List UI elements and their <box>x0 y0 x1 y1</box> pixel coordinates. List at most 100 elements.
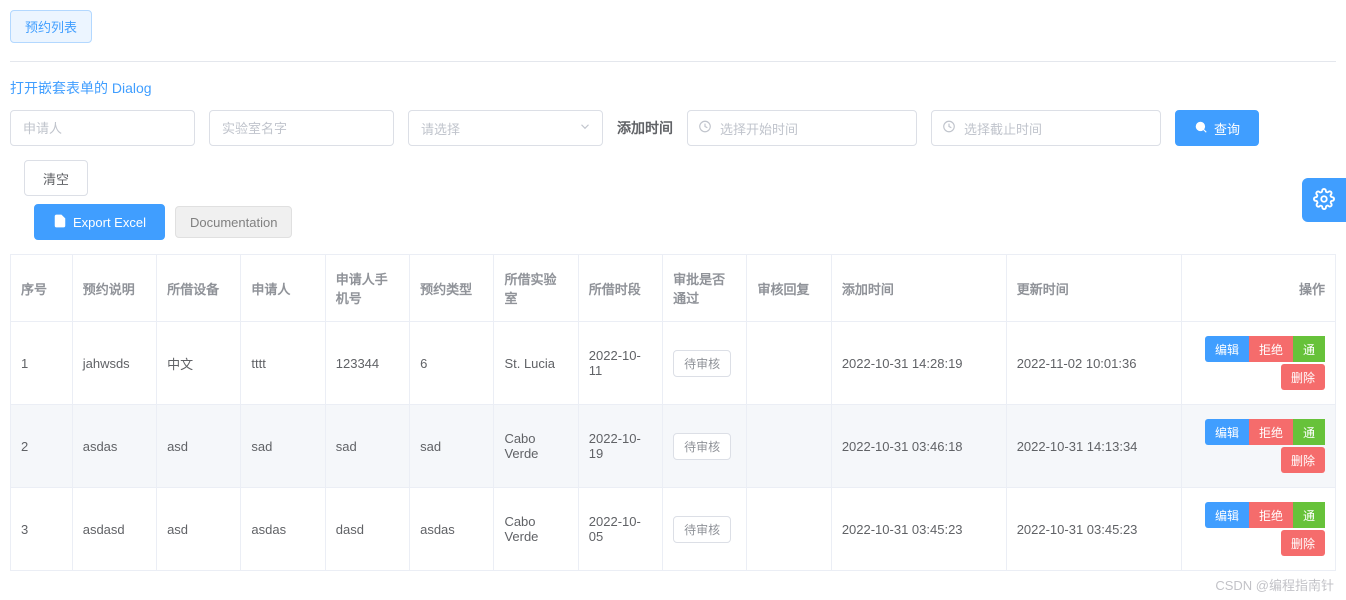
table-cell: 3 <box>11 488 73 571</box>
table-cell: asdas <box>72 405 156 488</box>
table-cell: asd <box>157 405 241 488</box>
table-cell: 2022-10-31 14:13:34 <box>1006 405 1181 488</box>
clock-icon <box>698 120 712 137</box>
gear-icon <box>1313 188 1335 213</box>
approve-button[interactable]: 通 <box>1293 336 1325 362</box>
action-buttons: 编辑拒绝通删除 <box>1192 419 1325 473</box>
tab-reservation-list[interactable]: 预约列表 <box>10 10 92 43</box>
table-cell: Cabo Verde <box>494 488 578 571</box>
table-cell: 2022-10-11 <box>578 322 662 405</box>
select-placeholder: 请选择 <box>421 119 460 138</box>
table-cell: 中文 <box>157 322 241 405</box>
table-cell: jahwsds <box>72 322 156 405</box>
document-icon <box>53 214 67 231</box>
table-cell: 编辑拒绝通删除 <box>1181 322 1335 405</box>
table-cell: 2022-10-31 14:28:19 <box>831 322 1006 405</box>
table-cell: dasd <box>325 488 409 571</box>
table-cell: tttt <box>241 322 325 405</box>
edit-button[interactable]: 编辑 <box>1205 502 1249 528</box>
th-reply: 审核回复 <box>747 255 831 322</box>
table-cell: sad <box>241 405 325 488</box>
th-approval: 审批是否通过 <box>663 255 747 322</box>
edit-button[interactable]: 编辑 <box>1205 336 1249 362</box>
table-cell: Cabo Verde <box>494 405 578 488</box>
delete-button[interactable]: 删除 <box>1281 530 1325 556</box>
table-cell: 待审核 <box>663 322 747 405</box>
delete-button[interactable]: 删除 <box>1281 364 1325 390</box>
status-badge: 待审核 <box>673 433 731 460</box>
table-cell: 2022-10-05 <box>578 488 662 571</box>
table-cell: 2022-10-31 03:45:23 <box>831 488 1006 571</box>
applicant-input[interactable] <box>10 110 195 146</box>
watermark: CSDN @编程指南针 <box>1215 575 1334 594</box>
export-excel-label: Export Excel <box>73 215 146 230</box>
th-desc: 预约说明 <box>72 255 156 322</box>
table-cell <box>747 488 831 571</box>
settings-float-button[interactable] <box>1302 178 1346 222</box>
search-button-label: 查询 <box>1214 119 1240 138</box>
reject-button[interactable]: 拒绝 <box>1249 502 1293 528</box>
table-cell: asdasd <box>72 488 156 571</box>
table-cell: 1 <box>11 322 73 405</box>
search-icon <box>1194 120 1208 137</box>
status-badge: 待审核 <box>673 516 731 543</box>
table-cell: 123344 <box>325 322 409 405</box>
th-device: 所借设备 <box>157 255 241 322</box>
addtime-label: 添加时间 <box>617 118 673 138</box>
type-select[interactable]: 请选择 <box>408 110 603 146</box>
table-row: 3asdasdasdasdasdasdasdasCabo Verde2022-1… <box>11 488 1336 571</box>
start-time-placeholder: 选择开始时间 <box>720 119 798 138</box>
reject-button[interactable]: 拒绝 <box>1249 336 1293 362</box>
table-cell: 2022-10-31 03:45:23 <box>1006 488 1181 571</box>
labname-input[interactable] <box>209 110 394 146</box>
edit-button[interactable]: 编辑 <box>1205 419 1249 445</box>
th-created: 添加时间 <box>831 255 1006 322</box>
chevron-down-icon <box>578 120 592 137</box>
table-row: 2asdasasdsadsadsadCabo Verde2022-10-19待审… <box>11 405 1336 488</box>
documentation-button[interactable]: Documentation <box>175 206 292 238</box>
clock-icon <box>942 120 956 137</box>
th-applicant: 申请人 <box>241 255 325 322</box>
reservation-table: 序号 预约说明 所借设备 申请人 申请人手机号 预约类型 所借实验室 所借时段 … <box>10 254 1336 571</box>
th-lab: 所借实验室 <box>494 255 578 322</box>
table-cell: 待审核 <box>663 488 747 571</box>
delete-button[interactable]: 删除 <box>1281 447 1325 473</box>
th-type: 预约类型 <box>410 255 494 322</box>
table-cell: 2022-11-02 10:01:36 <box>1006 322 1181 405</box>
th-period: 所借时段 <box>578 255 662 322</box>
th-seq: 序号 <box>11 255 73 322</box>
th-updated: 更新时间 <box>1006 255 1181 322</box>
approve-button[interactable]: 通 <box>1293 502 1325 528</box>
action-buttons: 编辑拒绝通删除 <box>1192 336 1325 390</box>
export-excel-button[interactable]: Export Excel <box>34 204 165 240</box>
table-cell: 待审核 <box>663 405 747 488</box>
table-cell: 2022-10-19 <box>578 405 662 488</box>
table-cell <box>747 405 831 488</box>
table-cell: sad <box>410 405 494 488</box>
th-actions: 操作 <box>1181 255 1335 322</box>
search-button[interactable]: 查询 <box>1175 110 1259 146</box>
end-time-placeholder: 选择截止时间 <box>964 119 1042 138</box>
table-cell: 2 <box>11 405 73 488</box>
divider <box>10 61 1336 62</box>
table-header-row: 序号 预约说明 所借设备 申请人 申请人手机号 预约类型 所借实验室 所借时段 … <box>11 255 1336 322</box>
table-cell <box>747 322 831 405</box>
table-cell: St. Lucia <box>494 322 578 405</box>
approve-button[interactable]: 通 <box>1293 419 1325 445</box>
reject-button[interactable]: 拒绝 <box>1249 419 1293 445</box>
table-row: 1jahwsds中文tttt1233446St. Lucia2022-10-11… <box>11 322 1336 405</box>
start-time-picker[interactable]: 选择开始时间 <box>687 110 917 146</box>
table-cell: asdas <box>241 488 325 571</box>
status-badge: 待审核 <box>673 350 731 377</box>
table-cell: asdas <box>410 488 494 571</box>
action-buttons: 编辑拒绝通删除 <box>1192 502 1325 556</box>
table-cell: 2022-10-31 03:46:18 <box>831 405 1006 488</box>
table-cell: sad <box>325 405 409 488</box>
clear-button[interactable]: 清空 <box>24 160 88 196</box>
filter-bar: 请选择 添加时间 选择开始时间 选择截止时间 查询 <box>10 110 1336 146</box>
table-cell: 编辑拒绝通删除 <box>1181 405 1335 488</box>
th-phone: 申请人手机号 <box>325 255 409 322</box>
open-nested-dialog-link[interactable]: 打开嵌套表单的 Dialog <box>10 78 152 98</box>
table-cell: 编辑拒绝通删除 <box>1181 488 1335 571</box>
end-time-picker[interactable]: 选择截止时间 <box>931 110 1161 146</box>
